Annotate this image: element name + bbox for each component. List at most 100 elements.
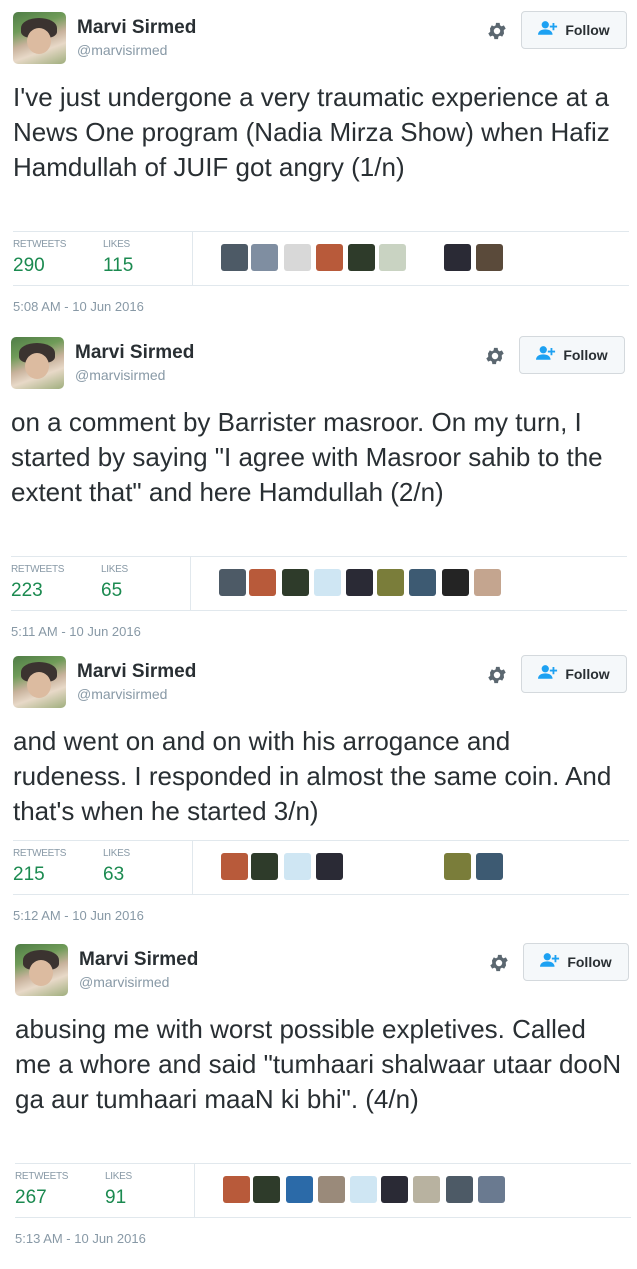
liker-avatar[interactable]	[377, 569, 404, 596]
retweets-stat[interactable]: RETWEETS 215	[13, 848, 66, 886]
avatar-face	[27, 28, 51, 54]
liker-avatar[interactable]	[314, 569, 341, 596]
stats-bar: RETWEETS 215 LIKES 63	[13, 840, 629, 895]
stats-bar: RETWEETS 223 LIKES 65	[11, 556, 627, 611]
retweets-stat[interactable]: RETWEETS 267	[15, 1171, 68, 1209]
tweet-card-4: Marvi Sirmed @marvisirmed Follow abusing me…	[0, 932, 637, 1254]
liker-avatar[interactable]	[444, 244, 471, 271]
retweets-count: 290	[13, 255, 45, 276]
retweets-count: 267	[15, 1187, 47, 1208]
tweet-card-2: Marvi Sirmed @marvisirmed Follow on a comme…	[0, 325, 637, 647]
gear-icon[interactable]	[486, 20, 508, 42]
tweet-timestamp[interactable]: 5:11 AM - 10 Jun 2016	[11, 624, 141, 639]
avatar[interactable]	[15, 944, 68, 996]
tweet-timestamp[interactable]: 5:12 AM - 10 Jun 2016	[13, 908, 144, 923]
likes-count: 91	[105, 1187, 127, 1208]
follow-button[interactable]: Follow	[521, 11, 627, 49]
stats-bar: RETWEETS 290 LIKES 115	[13, 231, 629, 286]
liker-avatar[interactable]	[284, 853, 311, 880]
add-user-icon	[536, 345, 556, 365]
author-handle[interactable]: @marvisirmed	[77, 42, 167, 58]
author-name[interactable]: Marvi Sirmed	[77, 661, 196, 683]
author-name[interactable]: Marvi Sirmed	[79, 949, 198, 971]
retweets-count: 215	[13, 864, 45, 885]
follow-button[interactable]: Follow	[523, 943, 629, 981]
liker-avatar[interactable]	[316, 853, 343, 880]
liker-avatar[interactable]	[476, 244, 503, 271]
liker-avatar[interactable]	[381, 1176, 408, 1203]
follow-label: Follow	[567, 954, 612, 970]
avatar[interactable]	[11, 337, 64, 389]
retweets-label: RETWEETS	[13, 848, 67, 859]
liker-avatar[interactable]	[413, 1176, 440, 1203]
liker-avatar[interactable]	[284, 244, 311, 271]
retweets-label: RETWEETS	[15, 1171, 69, 1182]
retweets-count: 223	[11, 580, 43, 601]
author-name[interactable]: Marvi Sirmed	[77, 17, 196, 39]
retweets-label: RETWEETS	[13, 239, 67, 250]
tweet-card-1: Marvi Sirmed @marvisirmed Follow I've just …	[0, 0, 637, 322]
likes-stat[interactable]: LIKES 65	[101, 564, 128, 602]
liker-avatar[interactable]	[478, 1176, 505, 1203]
follow-label: Follow	[565, 22, 610, 38]
liker-avatar[interactable]	[251, 244, 278, 271]
author-handle[interactable]: @marvisirmed	[79, 974, 169, 990]
avatar-face	[29, 960, 53, 986]
divider	[192, 841, 193, 894]
liker-avatar[interactable]	[253, 1176, 280, 1203]
divider	[192, 232, 193, 285]
likes-stat[interactable]: LIKES 115	[103, 239, 133, 277]
gear-icon[interactable]	[484, 345, 506, 367]
likes-label: LIKES	[103, 848, 130, 859]
author-handle[interactable]: @marvisirmed	[75, 367, 165, 383]
liker-avatar[interactable]	[379, 244, 406, 271]
avatar[interactable]	[13, 656, 66, 708]
follow-label: Follow	[565, 666, 610, 682]
liker-avatar[interactable]	[476, 853, 503, 880]
likes-label: LIKES	[103, 239, 130, 250]
liker-avatar[interactable]	[318, 1176, 345, 1203]
liker-avatar[interactable]	[282, 569, 309, 596]
liker-avatar[interactable]	[286, 1176, 313, 1203]
likes-stat[interactable]: LIKES 63	[103, 848, 130, 886]
retweets-stat[interactable]: RETWEETS 223	[11, 564, 64, 602]
retweets-label: RETWEETS	[11, 564, 65, 575]
author-name[interactable]: Marvi Sirmed	[75, 342, 194, 364]
add-user-icon	[538, 20, 558, 40]
author-handle[interactable]: @marvisirmed	[77, 686, 167, 702]
liker-avatar[interactable]	[221, 244, 248, 271]
follow-button[interactable]: Follow	[521, 655, 627, 693]
tweet-timestamp[interactable]: 5:13 AM - 10 Jun 2016	[15, 1231, 146, 1246]
avatar-face	[27, 672, 51, 698]
tweet-text: and went on and on with his arrogance an…	[13, 726, 612, 826]
follow-label: Follow	[563, 347, 608, 363]
retweets-stat[interactable]: RETWEETS 290	[13, 239, 66, 277]
liker-avatar[interactable]	[442, 569, 469, 596]
liker-avatar[interactable]	[446, 1176, 473, 1203]
stats-bar: RETWEETS 267 LIKES 91	[15, 1163, 631, 1218]
follow-button[interactable]: Follow	[519, 336, 625, 374]
add-user-icon	[540, 952, 560, 972]
liker-avatar[interactable]	[444, 853, 471, 880]
add-user-icon	[538, 664, 558, 684]
tweet-card-3: Marvi Sirmed @marvisirmed Follow and went o…	[0, 644, 637, 966]
divider	[194, 1164, 195, 1217]
liker-avatar[interactable]	[249, 569, 276, 596]
divider	[190, 557, 191, 610]
likes-stat[interactable]: LIKES 91	[105, 1171, 132, 1209]
liker-avatar[interactable]	[223, 1176, 250, 1203]
liker-avatar[interactable]	[251, 853, 278, 880]
likes-count: 65	[101, 580, 123, 601]
liker-avatar[interactable]	[219, 569, 246, 596]
tweet-timestamp[interactable]: 5:08 AM - 10 Jun 2016	[13, 299, 144, 314]
gear-icon[interactable]	[486, 664, 508, 686]
liker-avatar[interactable]	[346, 569, 373, 596]
liker-avatar[interactable]	[221, 853, 248, 880]
liker-avatar[interactable]	[350, 1176, 377, 1203]
avatar[interactable]	[13, 12, 66, 64]
liker-avatar[interactable]	[316, 244, 343, 271]
gear-icon[interactable]	[488, 952, 510, 974]
liker-avatar[interactable]	[348, 244, 375, 271]
liker-avatar[interactable]	[409, 569, 436, 596]
liker-avatar[interactable]	[474, 569, 501, 596]
